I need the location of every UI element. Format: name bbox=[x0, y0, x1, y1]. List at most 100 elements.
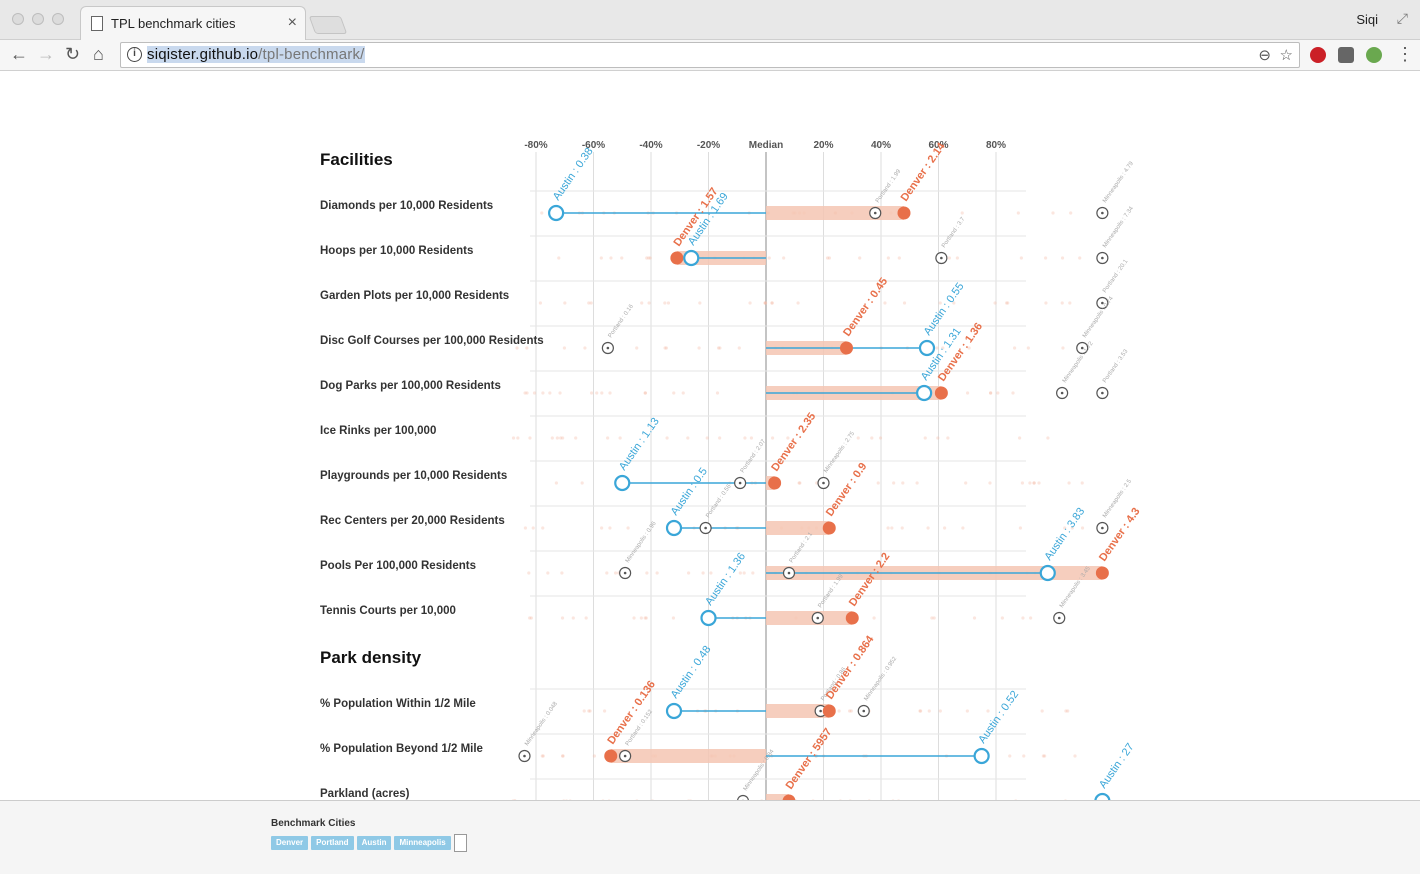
austin-point[interactable] bbox=[916, 384, 933, 402]
distribution-dot bbox=[738, 571, 742, 575]
denver-point[interactable] bbox=[822, 704, 836, 718]
distribution-dot bbox=[595, 391, 599, 395]
distribution-dot bbox=[541, 526, 545, 530]
minimize-window-button[interactable] bbox=[32, 13, 44, 25]
distribution-dot bbox=[546, 571, 550, 575]
chip-denver[interactable]: Denver bbox=[271, 836, 309, 850]
distribution-dot bbox=[770, 301, 774, 305]
zoom-icon[interactable]: ⊖ bbox=[1258, 46, 1271, 64]
austin-point[interactable] bbox=[683, 249, 700, 267]
distribution-dot bbox=[583, 346, 587, 350]
benchmark-label: Minneapolis : 4.79 bbox=[1102, 160, 1135, 204]
denver-point[interactable] bbox=[840, 341, 853, 355]
distribution-dot bbox=[782, 256, 786, 260]
new-tab-button[interactable] bbox=[308, 16, 348, 34]
close-window-button[interactable] bbox=[12, 13, 24, 25]
distribution-dot bbox=[770, 436, 775, 440]
pinterest-icon[interactable] bbox=[1310, 47, 1326, 63]
benchmark-label: Portland : 1.99 bbox=[875, 168, 903, 204]
austin-label: Austin : 3.83 bbox=[1042, 506, 1087, 563]
browser-toolbar: ← → ↻ ⌂ i siqister.github.io/tpl-benchma… bbox=[0, 40, 1420, 71]
denver-point[interactable] bbox=[604, 749, 618, 763]
row-label: Pools Per 100,000 Residents bbox=[320, 560, 476, 572]
distribution-dot bbox=[1008, 754, 1012, 758]
distribution-dot bbox=[574, 436, 578, 440]
denver-label: Denver : 0.45 bbox=[841, 276, 890, 339]
menu-icon[interactable]: ⋮ bbox=[1396, 44, 1414, 64]
axis-tick-label: 40% bbox=[871, 140, 891, 151]
row-label: % Population Beyond 1/2 Mile bbox=[320, 743, 483, 755]
distribution-dot bbox=[528, 436, 532, 440]
denver-label: Denver : 2.14 bbox=[899, 140, 949, 204]
benchmark-point-center bbox=[819, 709, 822, 713]
austin-point[interactable] bbox=[1039, 564, 1056, 582]
distribution-dot bbox=[647, 301, 651, 305]
benchmark-point-center bbox=[787, 571, 791, 575]
section-title: Facilities bbox=[320, 150, 393, 169]
benchmark-label: Portland : 2.1 bbox=[789, 531, 815, 564]
reload-icon[interactable]: ↻ bbox=[65, 44, 80, 64]
forward-icon[interactable]: → bbox=[37, 44, 55, 64]
bookmark-star-icon[interactable]: ☆ bbox=[1280, 46, 1293, 64]
info-icon[interactable]: i bbox=[127, 47, 142, 62]
chip-portland[interactable]: Portland bbox=[311, 836, 354, 850]
axis-tick-label: -80% bbox=[524, 140, 547, 151]
url-text[interactable]: siqister.github.io/tpl-benchmark/ bbox=[147, 46, 365, 63]
benchmark-point-center bbox=[1101, 391, 1104, 395]
distribution-dot bbox=[538, 301, 542, 305]
chip-minneapolis[interactable]: Minneapolis bbox=[394, 836, 451, 850]
distribution-dot bbox=[872, 616, 876, 620]
address-bar[interactable]: i siqister.github.io/tpl-benchmark/ ⊖ ☆ bbox=[120, 42, 1300, 68]
austin-point[interactable] bbox=[700, 609, 717, 627]
row-label: Playgrounds per 10,000 Residents bbox=[320, 470, 507, 482]
denver-point[interactable] bbox=[768, 476, 782, 490]
distribution-dot bbox=[603, 709, 607, 713]
distribution-dot bbox=[876, 481, 880, 485]
distribution-dot bbox=[1046, 436, 1050, 440]
zoom-window-button[interactable] bbox=[52, 13, 64, 25]
distribution-dot bbox=[1016, 211, 1020, 215]
distribution-dot bbox=[592, 754, 596, 758]
austin-point[interactable] bbox=[548, 204, 565, 222]
home-icon[interactable]: ⌂ bbox=[93, 44, 104, 64]
distribution-dot bbox=[1068, 301, 1072, 305]
denver-point[interactable] bbox=[1095, 566, 1109, 580]
axis-tick-label: Median bbox=[749, 140, 783, 151]
restore-icon[interactable]: ⤢ bbox=[1397, 10, 1408, 27]
denver-point[interactable] bbox=[845, 611, 859, 625]
chip-austin[interactable]: Austin bbox=[356, 836, 392, 850]
distribution-dot bbox=[751, 571, 755, 575]
denver-point[interactable] bbox=[822, 521, 836, 535]
distribution-dot bbox=[1060, 256, 1065, 260]
distribution-dot bbox=[996, 391, 1000, 395]
distribution-dot bbox=[632, 616, 636, 620]
austin-point[interactable] bbox=[918, 339, 936, 357]
page-content: -80% -60% -40% -20% Median 20% 40% 60% 80% Facili… bbox=[0, 72, 1420, 800]
distribution-dot bbox=[671, 616, 676, 620]
browser-tab[interactable]: TPL benchmark cities × bbox=[80, 6, 306, 40]
profile-name[interactable]: Siqi bbox=[1356, 12, 1378, 27]
denver-point[interactable] bbox=[897, 206, 911, 220]
back-icon[interactable]: ← bbox=[10, 44, 28, 64]
close-tab-icon[interactable]: × bbox=[288, 14, 297, 32]
distribution-dot bbox=[554, 481, 558, 485]
distribution-dot bbox=[1067, 481, 1071, 485]
add-city-input[interactable] bbox=[453, 834, 467, 852]
benchmark-label: Minneapolis : 0.048 bbox=[524, 701, 559, 748]
denver-label: Denver : 2.35 bbox=[769, 411, 818, 474]
benchmark-label: Portland : 3.53 bbox=[1102, 348, 1130, 384]
extension-icon[interactable] bbox=[1366, 47, 1382, 63]
pocket-icon[interactable] bbox=[1338, 47, 1354, 63]
benchmark-point-center bbox=[606, 346, 610, 350]
austin-point[interactable] bbox=[665, 519, 683, 537]
denver-point[interactable] bbox=[934, 386, 948, 400]
distribution-dot bbox=[1012, 346, 1017, 350]
austin-point[interactable] bbox=[614, 474, 631, 492]
distribution-dot bbox=[527, 571, 531, 575]
benchmark-point-center bbox=[523, 754, 526, 758]
austin-point[interactable] bbox=[973, 747, 990, 765]
denver-bar bbox=[766, 521, 830, 535]
denver-point[interactable] bbox=[670, 251, 684, 265]
austin-point[interactable] bbox=[665, 702, 683, 720]
distribution-dot bbox=[897, 256, 901, 260]
